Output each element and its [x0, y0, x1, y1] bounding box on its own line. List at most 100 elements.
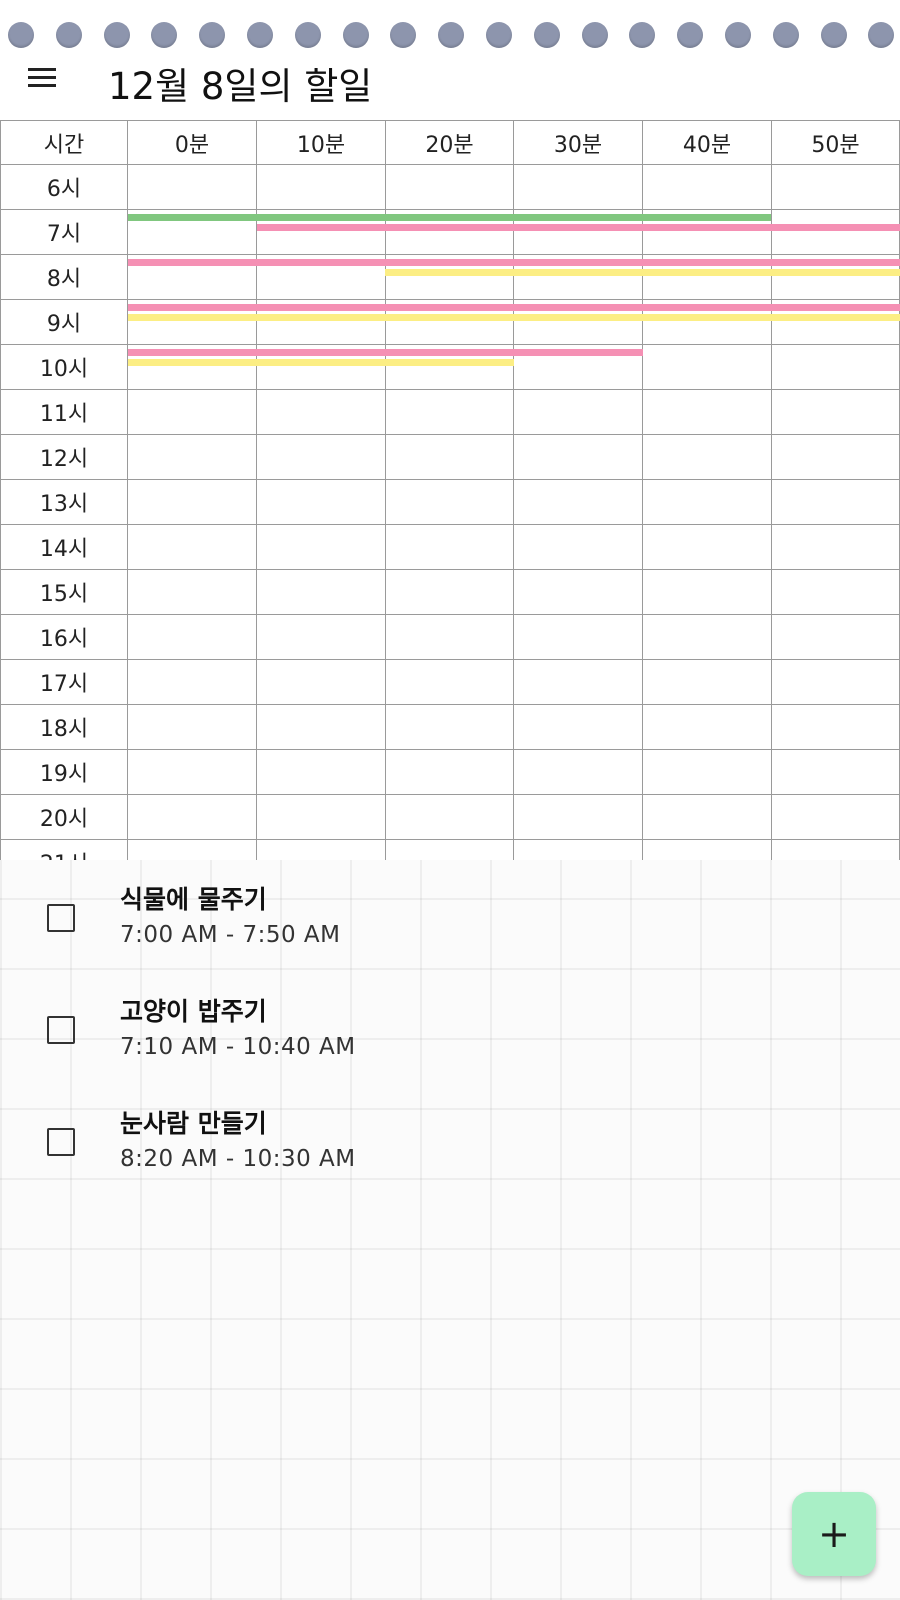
timetable-cell [772, 615, 900, 660]
hour-label: 9시 [0, 300, 128, 345]
timetable-cell [386, 570, 514, 615]
timetable-cell [257, 390, 386, 435]
timetable-cell [257, 165, 386, 210]
binder-ring [772, 22, 799, 48]
binder-ring [294, 22, 321, 48]
timetable-cell [514, 390, 643, 435]
timetable-cell [514, 615, 643, 660]
timetable-cell [128, 660, 257, 705]
timetable-cell [514, 435, 643, 480]
timetable-cell [128, 165, 257, 210]
timetable-cell [514, 795, 643, 840]
minute-header: 30분 [514, 120, 643, 165]
timetable-hour-row: 20시 [0, 795, 900, 840]
todo-time-range: 7:00 AM - 7:50 AM [120, 922, 341, 948]
hamburger-menu-icon[interactable] [22, 62, 62, 94]
timetable-cell [257, 480, 386, 525]
hour-label: 21시 [0, 840, 128, 860]
todo-checkbox[interactable] [47, 1016, 75, 1044]
hour-label: 20시 [0, 795, 128, 840]
binder-ring [677, 22, 704, 48]
binder-ring [390, 22, 417, 48]
timetable-cell [128, 705, 257, 750]
hour-label: 12시 [0, 435, 128, 480]
app-bar: 12월 8일의 할일 [0, 0, 900, 118]
timetable-hour-row: 15시 [0, 570, 900, 615]
timetable-cell [514, 525, 643, 570]
page-title: 12월 8일의 할일 [108, 65, 373, 108]
binder-ring [103, 22, 130, 48]
timetable-cell [514, 750, 643, 795]
timetable-cell [772, 345, 900, 390]
timetable-cell [257, 570, 386, 615]
timetable-hour-row: 13시 [0, 480, 900, 525]
timetable-header-row: 시간 0분 10분 20분 30분 40분 50분 [0, 120, 900, 165]
timetable[interactable]: 시간 0분 10분 20분 30분 40분 50분 6시 7시 8시 9시 10시 11시 12시 13시 1… [0, 118, 900, 860]
minute-header: 0분 [128, 120, 257, 165]
timetable-cell [643, 750, 772, 795]
timetable-hour-row: 19시 [0, 750, 900, 795]
schedule-bar [128, 214, 772, 221]
timetable-hour-row: 17시 [0, 660, 900, 705]
hour-label: 18시 [0, 705, 128, 750]
timetable-cell [386, 165, 514, 210]
timetable-cell [386, 615, 514, 660]
timetable-cell [643, 615, 772, 660]
binder-ring [438, 22, 465, 48]
todo-time-range: 8:20 AM - 10:30 AM [120, 1146, 356, 1172]
timetable-hour-row: 18시 [0, 705, 900, 750]
timetable-cell [386, 705, 514, 750]
todo-time-range: 7:10 AM - 10:40 AM [120, 1034, 356, 1060]
timetable-cell [128, 390, 257, 435]
add-todo-button[interactable]: + [792, 1492, 876, 1576]
timetable-cell [772, 525, 900, 570]
todo-item[interactable]: 고양이 밥주기 7:10 AM - 10:40 AM [0, 972, 900, 1084]
timetable-cell [514, 480, 643, 525]
timetable-hour-row: 16시 [0, 615, 900, 660]
todo-item[interactable]: 식물에 물주기 7:00 AM - 7:50 AM [0, 860, 900, 972]
schedule-bar [128, 314, 900, 321]
schedule-bar [256, 224, 900, 231]
timetable-hour-row: 14시 [0, 525, 900, 570]
todo-title: 고양이 밥주기 [120, 997, 267, 1026]
hour-label: 6시 [0, 165, 128, 210]
timetable-cell [514, 570, 643, 615]
hour-label: 19시 [0, 750, 128, 795]
timetable-cell [772, 480, 900, 525]
timetable-cell [386, 750, 514, 795]
timetable-cell [257, 435, 386, 480]
timetable-cell [386, 390, 514, 435]
minute-header: 40분 [643, 120, 772, 165]
timetable-hour-row: 7시 [0, 210, 900, 255]
hour-label: 17시 [0, 660, 128, 705]
minute-header: 10분 [257, 120, 386, 165]
todo-checkbox[interactable] [47, 1128, 75, 1156]
timetable-cell [772, 165, 900, 210]
timetable-cell [643, 570, 772, 615]
timetable-cell [386, 480, 514, 525]
hour-label: 8시 [0, 255, 128, 300]
timetable-cell [386, 840, 514, 860]
hour-label: 15시 [0, 570, 128, 615]
timetable-cell [257, 615, 386, 660]
binder-ring [725, 22, 751, 48]
binder-ring [342, 22, 369, 48]
timetable-cell [514, 840, 643, 860]
timetable-cell [643, 840, 772, 860]
minute-header: 50분 [772, 120, 900, 165]
todo-checkbox[interactable] [47, 904, 75, 932]
todo-item[interactable]: 눈사람 만들기 8:20 AM - 10:30 AM [0, 1084, 900, 1196]
timetable-cell [257, 660, 386, 705]
schedule-bar [128, 259, 900, 266]
schedule-bar [128, 349, 643, 356]
timetable-cell [128, 795, 257, 840]
timetable-cell [257, 795, 386, 840]
timetable-cell [643, 480, 772, 525]
todo-title: 눈사람 만들기 [120, 1109, 267, 1138]
timetable-cell [772, 795, 900, 840]
timetable-cell [643, 795, 772, 840]
timetable-cell [257, 525, 386, 570]
timetable-hour-row: 8시 [0, 255, 900, 300]
timetable-cell [128, 615, 257, 660]
timetable-cell [643, 705, 772, 750]
